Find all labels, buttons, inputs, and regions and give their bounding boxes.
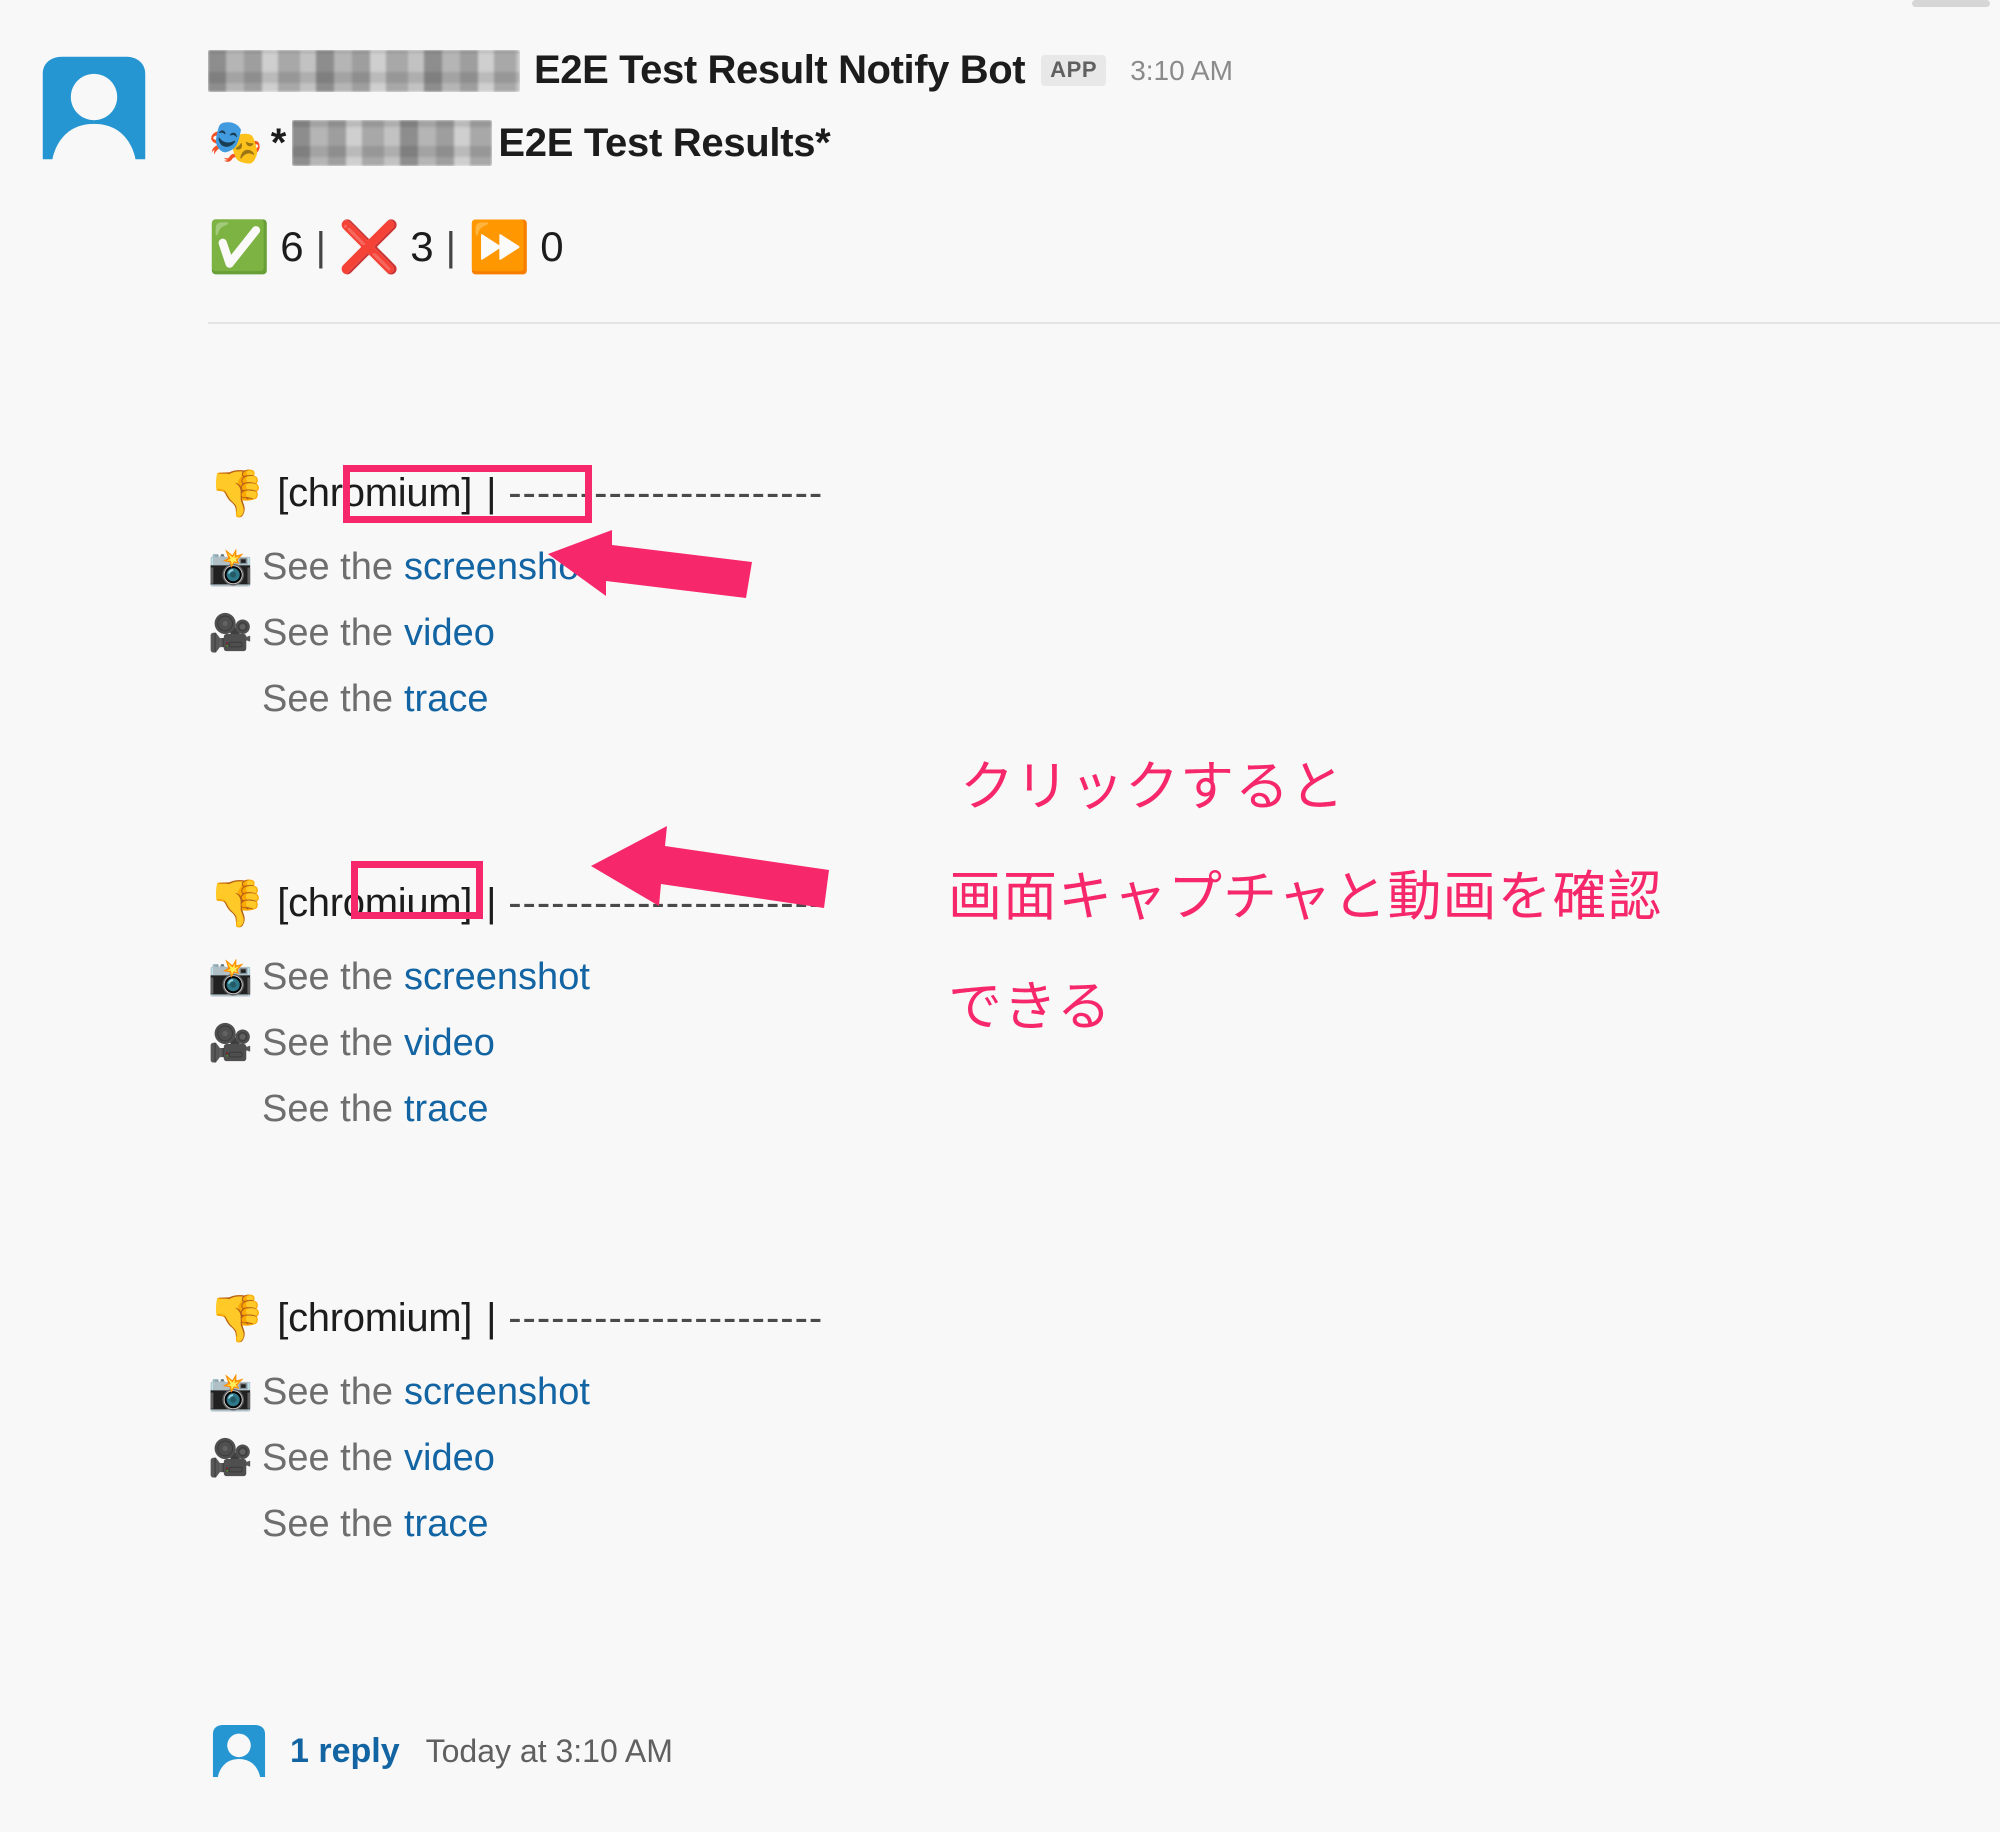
title-text: E2E Test Results*	[498, 120, 831, 165]
section-divider	[208, 322, 2000, 324]
see-the-label: See the	[262, 1021, 393, 1064]
see-the-label: See the	[262, 1370, 393, 1413]
screenshot-row-3: 📸 See the screenshot	[208, 1359, 823, 1425]
screenshot-link-3[interactable]: screenshot	[404, 1371, 590, 1414]
thumbs-down-icon: 👎	[208, 877, 266, 929]
trace-link-2[interactable]: trace	[404, 1088, 488, 1131]
slack-message-screenshot: E2E Test Result Notify Bot APP 3:10 AM 🎭…	[0, 0, 2000, 1832]
video-link-2[interactable]: video	[404, 1022, 495, 1065]
see-the-label: See the	[262, 955, 393, 998]
redacted-sender-prefix	[208, 50, 520, 92]
pipe-separator-3: |	[486, 1295, 497, 1340]
screenshot-row-2: 📸 See the screenshot	[208, 944, 823, 1010]
message-header: E2E Test Result Notify Bot APP 3:10 AM	[208, 48, 1233, 93]
screenshot-link-2[interactable]: screenshot	[404, 956, 590, 999]
person-avatar-icon	[212, 1724, 266, 1778]
movie-camera-icon: 🎥	[208, 1437, 253, 1478]
see-the-label: See the	[262, 677, 393, 720]
fast-forward-icon: ⏩	[468, 219, 531, 275]
thumbs-down-icon: 👎	[208, 1292, 266, 1344]
redacted-title-segment	[292, 120, 492, 166]
test-result-header-3: 👎 [chromium] | ----------------------	[208, 1295, 823, 1341]
reply-timestamp: Today at 3:10 AM	[425, 1732, 673, 1769]
annotation-line-2: 画面キャプチャと動画を確認	[948, 867, 1663, 927]
trace-link-3[interactable]: trace	[404, 1503, 488, 1546]
avatar[interactable]	[33, 47, 155, 169]
trace-row-3: See the trace	[208, 1491, 823, 1557]
stat-separator-2: |	[445, 224, 457, 269]
reply-count-link[interactable]: 1 reply	[290, 1732, 400, 1771]
thread-participant-avatar	[208, 1720, 270, 1782]
movie-camera-icon: 🎥	[208, 1022, 253, 1063]
thumbs-down-icon: 👎	[208, 467, 266, 519]
person-avatar-icon	[42, 56, 146, 161]
stat-separator-1: |	[315, 224, 327, 269]
video-row-2: 🎥 See the video	[208, 1010, 823, 1076]
check-mark-button-icon: ✅	[208, 219, 271, 275]
failed-count: 3	[410, 223, 434, 270]
test-summary-stats: ✅ 6 | ❌ 3 | ⏩ 0	[208, 222, 564, 272]
annotation-line-1: クリックすると	[960, 757, 1345, 817]
camera-with-flash-icon: 📸	[208, 1371, 253, 1412]
passed-count: 6	[280, 223, 304, 270]
redacted-test-name-3: ----------------------	[508, 1295, 824, 1340]
see-the-label: See the	[262, 611, 393, 654]
horizontal-scrollbar[interactable]	[1912, 0, 1990, 7]
annotation-line-3: できる	[948, 977, 1112, 1037]
highlight-box-video	[351, 861, 483, 919]
trace-link-1[interactable]: trace	[404, 678, 488, 721]
test-result-block-3: 👎 [chromium] | ---------------------- 📸 …	[208, 1295, 823, 1557]
video-link-1[interactable]: video	[404, 612, 495, 655]
cross-mark-icon: ❌	[338, 219, 401, 275]
camera-with-flash-icon: 📸	[208, 546, 253, 587]
trace-row-1: See the trace	[208, 666, 823, 732]
title-asterisk-open: *	[270, 120, 287, 165]
browser-label-3: [chromium]	[277, 1295, 473, 1340]
camera-with-flash-icon: 📸	[208, 956, 253, 997]
see-the-label: See the	[262, 1436, 393, 1479]
message-timestamp[interactable]: 3:10 AM	[1130, 55, 1233, 87]
app-badge: APP	[1041, 55, 1107, 86]
performing-arts-icon: 🎭	[208, 118, 263, 167]
pipe-separator-2: |	[486, 880, 497, 925]
annotation-arrow-1	[540, 528, 760, 618]
video-row-3: 🎥 See the video	[208, 1425, 823, 1491]
message-title: 🎭 * E2E Test Results*	[208, 118, 831, 167]
sender-name[interactable]: E2E Test Result Notify Bot	[534, 48, 1026, 93]
thread-reply-row[interactable]: 1 reply Today at 3:10 AM	[208, 1720, 673, 1782]
see-the-label: See the	[262, 1087, 393, 1130]
skipped-count: 0	[540, 223, 564, 270]
trace-row-2: See the trace	[208, 1076, 823, 1142]
see-the-label: See the	[262, 1502, 393, 1545]
highlight-box-screenshot	[343, 465, 592, 523]
movie-camera-icon: 🎥	[208, 612, 253, 653]
annotation-arrow-2	[585, 822, 835, 932]
video-link-3[interactable]: video	[404, 1437, 495, 1480]
see-the-label: See the	[262, 545, 393, 588]
